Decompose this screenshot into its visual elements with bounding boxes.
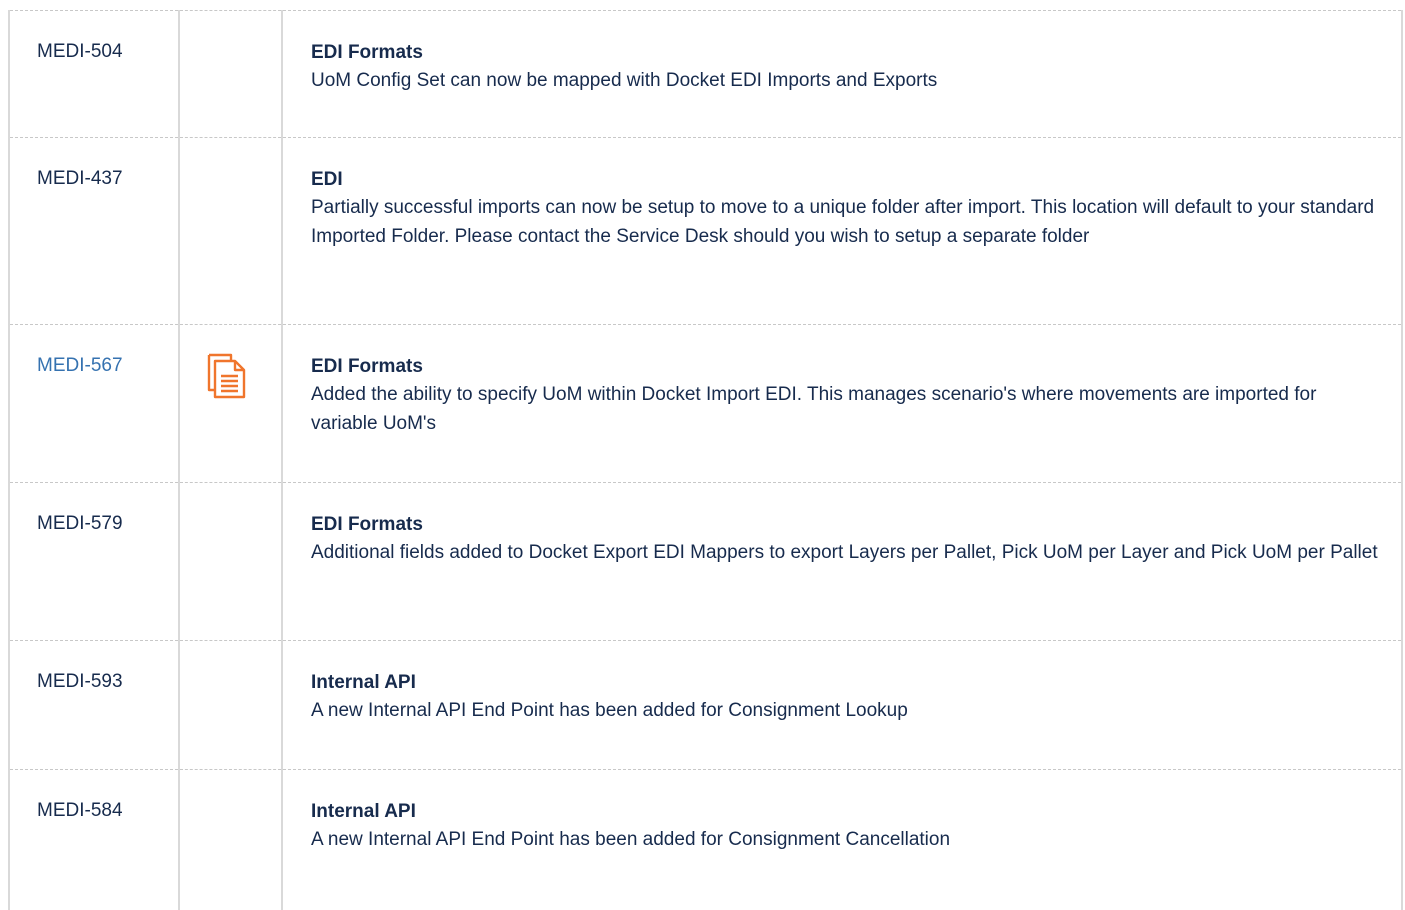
table-row: MEDI-567 EDI Formats Added the ability t… <box>8 324 1403 483</box>
issue-id: MEDI-579 <box>37 513 123 534</box>
table-row: MEDI-504 EDI Formats UoM Config Set can … <box>8 10 1403 138</box>
description-cell: Internal API A new Internal API End Poin… <box>281 640 1403 770</box>
change-description: A new Internal API End Point has been ad… <box>311 700 908 721</box>
table-row: MEDI-437 EDI Partially successful import… <box>8 137 1403 325</box>
description-cell: EDI Formats UoM Config Set can now be ma… <box>281 10 1403 138</box>
issue-id-link[interactable]: MEDI-567 <box>37 355 123 376</box>
icon-cell <box>178 482 283 641</box>
icon-cell <box>178 640 283 770</box>
issue-id-cell: MEDI-579 <box>8 482 180 641</box>
issue-id: MEDI-437 <box>37 168 123 189</box>
table-row: MEDI-579 EDI Formats Additional fields a… <box>8 482 1403 641</box>
issue-id-cell: MEDI-567 <box>8 324 180 483</box>
issue-id: MEDI-584 <box>37 800 123 821</box>
issue-id-cell: MEDI-584 <box>8 769 180 910</box>
document-icon[interactable] <box>206 352 248 400</box>
change-title: EDI Formats <box>311 356 423 377</box>
issue-id-cell: MEDI-504 <box>8 10 180 138</box>
change-description: Added the ability to specify UoM within … <box>311 384 1317 434</box>
icon-cell <box>178 10 283 138</box>
description-cell: Internal API A new Internal API End Poin… <box>281 769 1403 910</box>
icon-cell <box>178 324 283 483</box>
issue-id-cell: MEDI-437 <box>8 137 180 325</box>
issue-id: MEDI-504 <box>37 41 123 62</box>
icon-cell <box>178 137 283 325</box>
change-title: Internal API <box>311 672 416 693</box>
change-title: Internal API <box>311 801 416 822</box>
issue-id: MEDI-593 <box>37 671 123 692</box>
change-description: A new Internal API End Point has been ad… <box>311 829 951 850</box>
table-row: MEDI-593 Internal API A new Internal API… <box>8 640 1403 770</box>
change-title: EDI <box>311 169 343 190</box>
description-cell: EDI Formats Additional fields added to D… <box>281 482 1403 641</box>
issue-id-cell: MEDI-593 <box>8 640 180 770</box>
release-notes-table-wrapper: MEDI-504 EDI Formats UoM Config Set can … <box>8 10 1403 910</box>
description-cell: EDI Partially successful imports can now… <box>281 137 1403 325</box>
change-title: EDI Formats <box>311 514 423 535</box>
table-row: MEDI-584 Internal API A new Internal API… <box>8 769 1403 910</box>
change-title: EDI Formats <box>311 42 423 63</box>
icon-cell <box>178 769 283 910</box>
change-description: Additional fields added to Docket Export… <box>311 542 1378 563</box>
description-cell: EDI Formats Added the ability to specify… <box>281 324 1403 483</box>
change-description: UoM Config Set can now be mapped with Do… <box>311 70 938 91</box>
change-description: Partially successful imports can now be … <box>311 197 1375 247</box>
release-notes-table: MEDI-504 EDI Formats UoM Config Set can … <box>8 10 1403 910</box>
